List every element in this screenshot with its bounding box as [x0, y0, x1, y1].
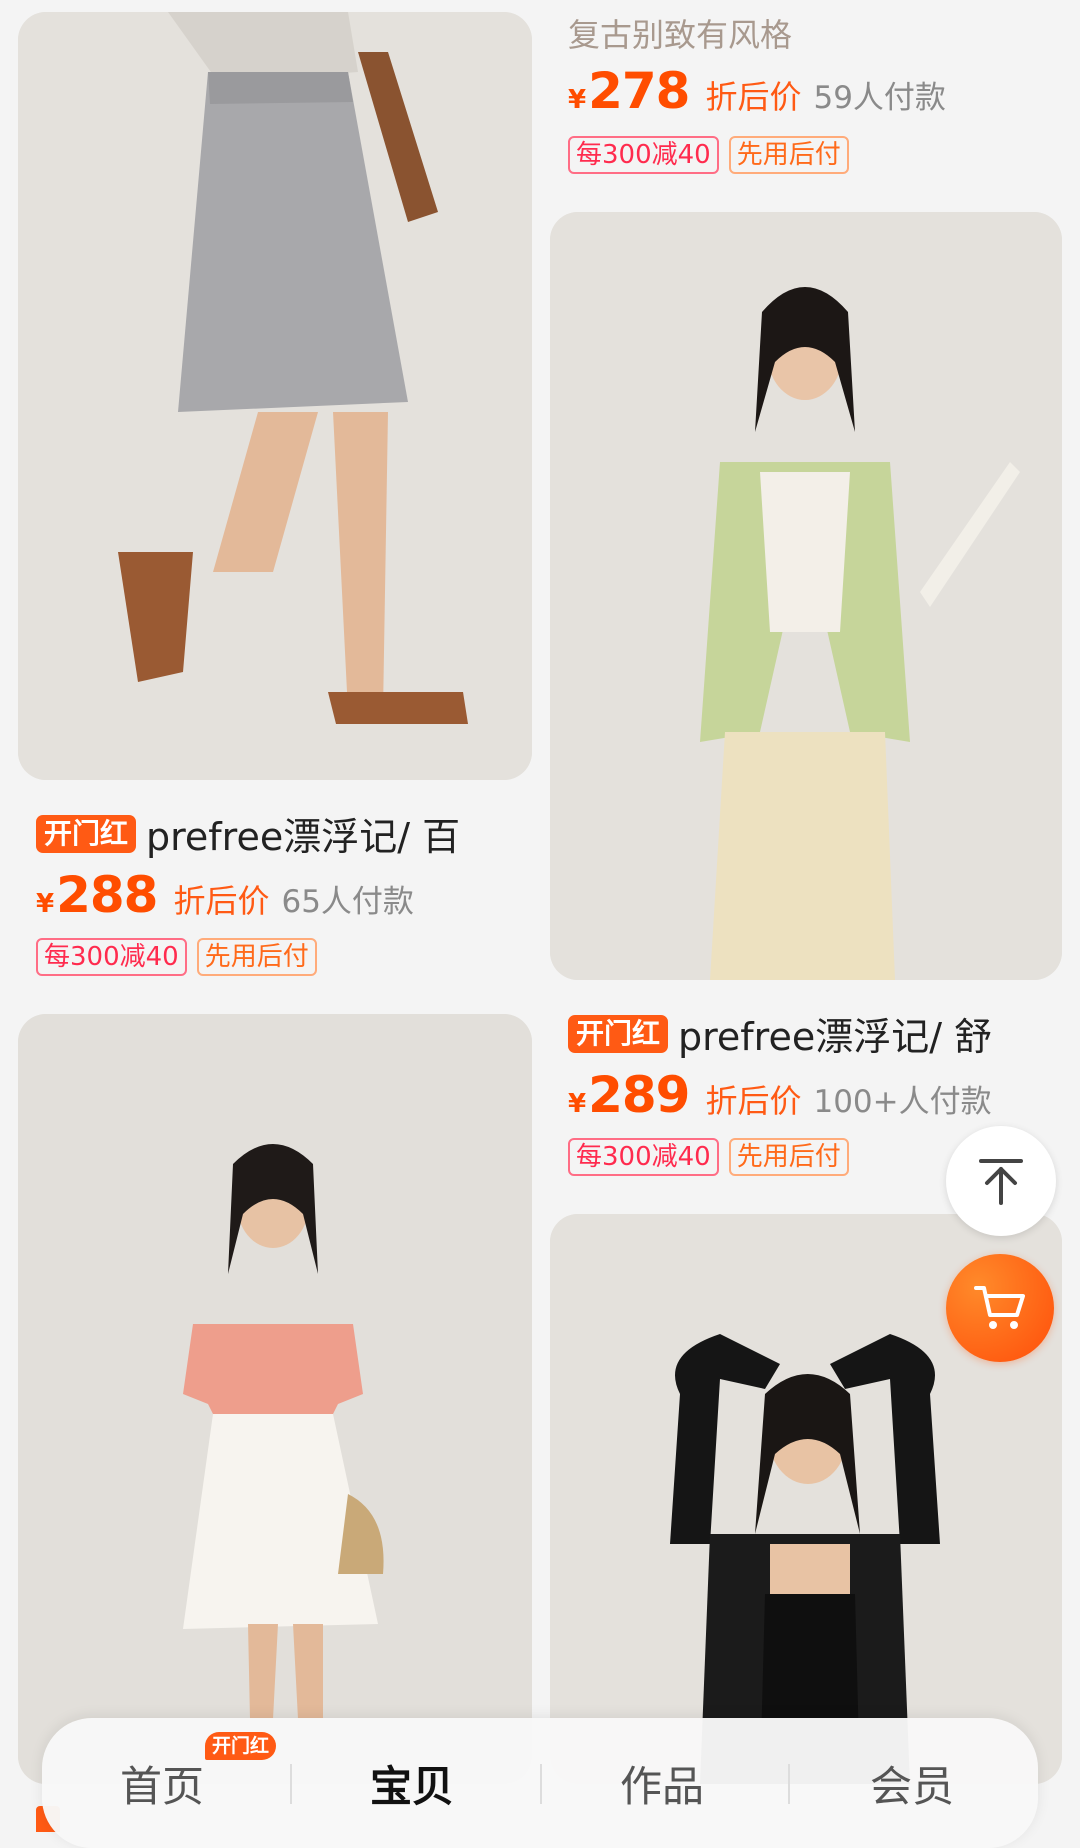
- price-row: ¥ 288 折后价 65人付款: [36, 866, 414, 924]
- arrow-up-to-top-icon: [979, 1159, 1023, 1205]
- tab-works[interactable]: 作品: [542, 1718, 782, 1848]
- product-title-row[interactable]: 开门红 prefree漂浮记/ 舒: [568, 1006, 992, 1061]
- promo-tag: 开门红: [36, 814, 137, 853]
- currency-symbol: ¥: [36, 889, 55, 919]
- bottom-tab-bar: 首页 开门红 宝贝 作品 会员: [42, 1718, 1038, 1848]
- product-title-row[interactable]: 开门红 prefree漂浮记/ 百: [36, 806, 460, 861]
- promo-badges: 每300减40 先用后付: [568, 136, 859, 174]
- discount-badge: 每300减40: [568, 1138, 719, 1176]
- price-row: ¥ 278 折后价 59人付款: [568, 62, 946, 120]
- price-label: 折后价: [705, 78, 802, 116]
- discount-badge: 每300减40: [36, 938, 187, 976]
- product-price: 278: [588, 62, 690, 120]
- price-label: 折后价: [173, 882, 270, 920]
- product-title: prefree漂浮记/ 百: [146, 815, 461, 859]
- cart-button[interactable]: [946, 1254, 1054, 1362]
- tab-label: 宝贝: [369, 1761, 454, 1811]
- pay-later-badge: 先用后付: [728, 136, 849, 174]
- currency-symbol: ¥: [568, 85, 587, 115]
- promo-badges: 每300减40 先用后付: [36, 938, 327, 976]
- product-image-pink-top[interactable]: [18, 1014, 532, 1784]
- discount-badge: 每300减40: [568, 136, 719, 174]
- pay-later-badge: 先用后付: [196, 938, 317, 976]
- tab-label: 首页: [119, 1761, 204, 1811]
- promo-badges: 每300减40 先用后付: [568, 1138, 859, 1176]
- tab-label: 作品: [619, 1761, 704, 1811]
- price-label: 折后价: [705, 1082, 802, 1120]
- tab-label: 会员: [869, 1761, 954, 1811]
- back-to-top-button[interactable]: [946, 1126, 1056, 1236]
- tab-divider: [788, 1764, 790, 1804]
- sales-count: 65人付款: [281, 884, 414, 920]
- product-image-green-cardigan[interactable]: [550, 212, 1062, 980]
- tab-products[interactable]: 宝贝: [292, 1718, 532, 1848]
- promo-tag: 开门红: [568, 1014, 669, 1053]
- product-price: 289: [588, 1066, 690, 1124]
- product-subtitle: 复古别致有风格: [568, 16, 793, 54]
- sales-count: 59人付款: [813, 80, 946, 116]
- product-price: 288: [56, 866, 158, 924]
- currency-symbol: ¥: [568, 1089, 587, 1119]
- price-row: ¥ 289 折后价 100+人付款: [568, 1066, 992, 1124]
- sales-count: 100+人付款: [813, 1084, 992, 1120]
- tab-membership[interactable]: 会员: [792, 1718, 1032, 1848]
- product-title: prefree漂浮记/ 舒: [678, 1015, 993, 1059]
- shopping-cart-icon: [974, 1286, 1025, 1329]
- product-image-skirt[interactable]: [18, 12, 532, 780]
- pay-later-badge: 先用后付: [728, 1138, 849, 1176]
- tab-home-badge: 开门红: [205, 1732, 277, 1760]
